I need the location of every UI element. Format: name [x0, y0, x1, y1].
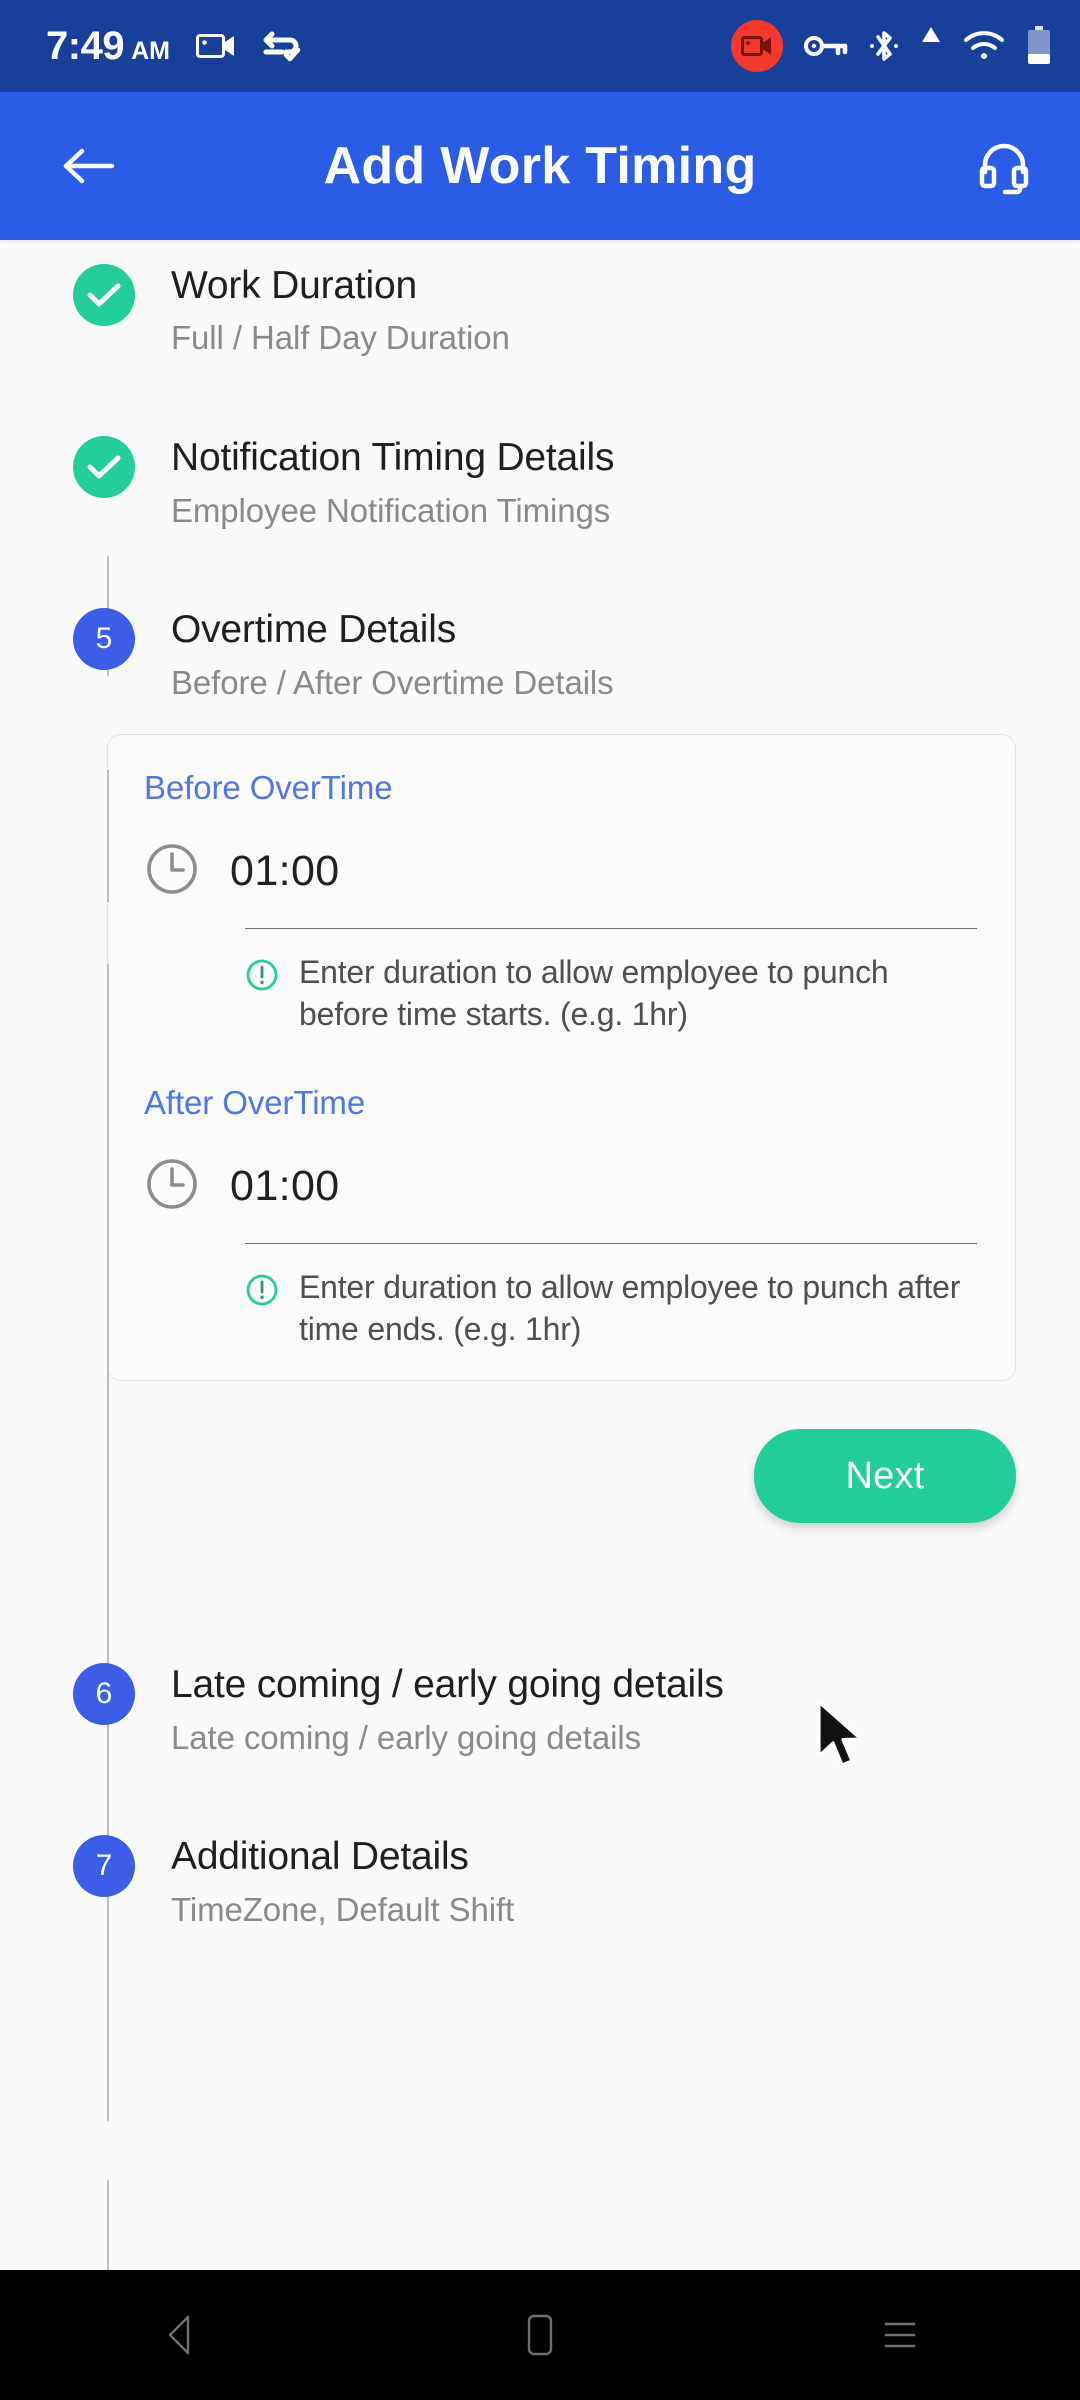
page-title: Add Work Timing: [323, 137, 757, 195]
signal-icon: [920, 26, 942, 44]
step-status-check-icon: [73, 264, 135, 326]
step-title: Overtime Details: [171, 608, 457, 652]
headset-icon[interactable]: [966, 128, 1042, 204]
nav-back-icon[interactable]: [105, 2285, 255, 2385]
step-subtitle: Full / Half Day Duration: [171, 319, 510, 357]
status-clock: 7:49 AM: [46, 24, 170, 69]
wifi-icon: [963, 30, 1005, 62]
info-exclamation-icon: [245, 958, 279, 997]
nav-recents-icon[interactable]: [825, 2285, 975, 2385]
step-subtitle: TimeZone, Default Shift: [171, 1890, 515, 1928]
step-title: Work Duration: [171, 264, 417, 307]
overtime-details-panel: Before OverTime 01:00 Enter duration to …: [107, 734, 1016, 1382]
step-subtitle: Late coming / early going details: [171, 1718, 641, 1756]
step-item-late-coming[interactable]: 6 Late coming / early going details Late…: [0, 1663, 1080, 1761]
step-title: Late coming / early going details: [171, 1663, 724, 1707]
status-bar-left: 7:49 AM: [46, 24, 302, 69]
before-overtime-underline: [245, 928, 977, 930]
after-overtime-input-row[interactable]: 01:00: [144, 1156, 977, 1217]
step-subtitle: Before / After Overtime Details: [171, 663, 614, 701]
clock-ampm: AM: [131, 36, 170, 65]
step-item-work-duration[interactable]: Work Duration Full / Half Day Duration: [0, 264, 1080, 362]
step-number-badge: 5: [73, 608, 135, 671]
step-item-additional-details[interactable]: 7 Additional Details TimeZone, Default S…: [0, 1835, 1080, 1933]
screen-record-icon: [195, 31, 236, 61]
phone-screen: 7:49 AM Add Work Timing Work Duration Fu…: [0, 0, 1080, 2400]
step-text-block: Overtime Details Before / After Overtime…: [135, 608, 1080, 706]
recording-badge-icon: [731, 20, 783, 72]
app-bar: Add Work Timing: [0, 92, 1080, 240]
before-overtime-hint: Enter duration to allow employee to punc…: [245, 951, 977, 1035]
step-text-block: Late coming / early going details Late c…: [135, 1663, 1080, 1761]
back-button[interactable]: [50, 128, 126, 204]
clock-time: 7:49: [46, 23, 125, 68]
status-bar-right: [731, 20, 1052, 72]
step-text-block: Additional Details TimeZone, Default Shi…: [135, 1835, 1080, 1933]
timeline-connector: [107, 2180, 109, 2270]
step-status-check-icon: [73, 436, 135, 499]
bluetooth-icon: [869, 28, 899, 64]
after-overtime-label: After OverTime: [144, 1083, 366, 1121]
step-text-block: Notification Timing Details Employee Not…: [135, 436, 1080, 534]
timeline-connector: [107, 770, 109, 902]
step-item-overtime-details[interactable]: 5 Overtime Details Before / After Overti…: [0, 608, 1080, 706]
after-overtime-hint-text: Enter duration to allow employee to punc…: [299, 1268, 961, 1347]
stepper-scroll-area[interactable]: Work Duration Full / Half Day Duration N…: [0, 240, 1080, 2270]
android-nav-bar: [0, 2270, 1080, 2400]
next-button[interactable]: Next: [754, 1429, 1016, 1524]
battery-icon: [1026, 26, 1052, 66]
timeline-connector: [107, 964, 109, 2121]
after-overtime-value[interactable]: 01:00: [230, 1162, 340, 1211]
step-number-badge: 6: [73, 1663, 135, 1726]
next-button-row: Next: [0, 1381, 1080, 1524]
before-overtime-hint-text: Enter duration to allow employee to punc…: [299, 954, 889, 1033]
nav-home-icon[interactable]: [465, 2285, 615, 2385]
before-overtime-field-block: Before OverTime 01:00 Enter duration to …: [144, 769, 977, 1035]
before-overtime-value[interactable]: 01:00: [230, 847, 340, 896]
info-exclamation-icon: [245, 1273, 279, 1312]
clock-icon: [144, 841, 200, 902]
after-overtime-hint: Enter duration to allow employee to punc…: [245, 1266, 977, 1350]
step-text-block: Work Duration Full / Half Day Duration: [135, 264, 1080, 362]
step-item-notification-timing[interactable]: Notification Timing Details Employee Not…: [0, 436, 1080, 534]
vpn-key-icon: [804, 33, 848, 59]
after-overtime-field-block: After OverTime 01:00 Enter duration to a…: [144, 1084, 977, 1350]
step-title: Notification Timing Details: [171, 436, 615, 480]
sync-check-icon: [262, 29, 302, 63]
clock-icon: [144, 1156, 200, 1217]
step-number-badge: 7: [73, 1835, 135, 1898]
status-bar: 7:49 AM: [0, 0, 1080, 92]
after-overtime-underline: [245, 1242, 977, 1244]
step-title: Additional Details: [171, 1835, 469, 1879]
before-overtime-label: Before OverTime: [144, 769, 393, 807]
step-subtitle: Employee Notification Timings: [171, 491, 611, 529]
before-overtime-input-row[interactable]: 01:00: [144, 841, 977, 902]
